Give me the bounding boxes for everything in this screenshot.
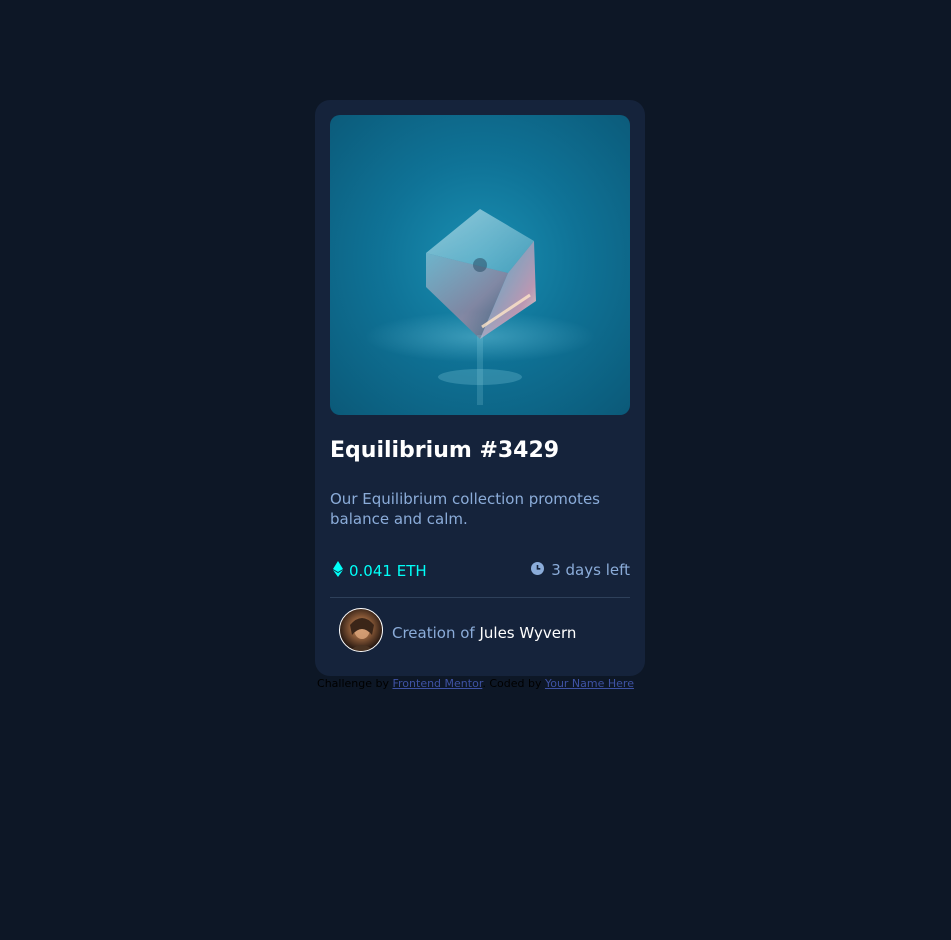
card-divider [330,597,630,598]
nft-image[interactable] [330,115,630,415]
creator-name[interactable]: Jules Wyvern [479,624,576,642]
creator-line: Creation of Jules Wyvern [392,624,576,642]
clock-icon [531,561,545,579]
time-left-text: 3 days left [551,561,630,579]
coded-prefix: . Coded by [482,677,542,690]
price-info: 0.041 ETH [333,561,427,581]
creator-prefix: Creation of [392,624,475,642]
time-remaining: 3 days left [531,561,630,579]
card-title[interactable]: Equilibrium #3429 [330,438,559,463]
creator-avatar [339,608,383,652]
attribution-footer: Challenge by Frontend Mentor. Coded by Y… [0,677,951,690]
price-value: 0.041 ETH [349,562,427,580]
frontend-mentor-link[interactable]: Frontend Mentor [393,677,483,690]
author-link[interactable]: Your Name Here [545,677,634,690]
cube-illustration [426,209,536,405]
nft-card: Equilibrium #3429 Our Equilibrium collec… [315,100,645,676]
challenge-prefix: Challenge by [317,677,389,690]
ethereum-icon [333,561,343,581]
card-description: Our Equilibrium collection promotes bala… [330,490,600,528]
